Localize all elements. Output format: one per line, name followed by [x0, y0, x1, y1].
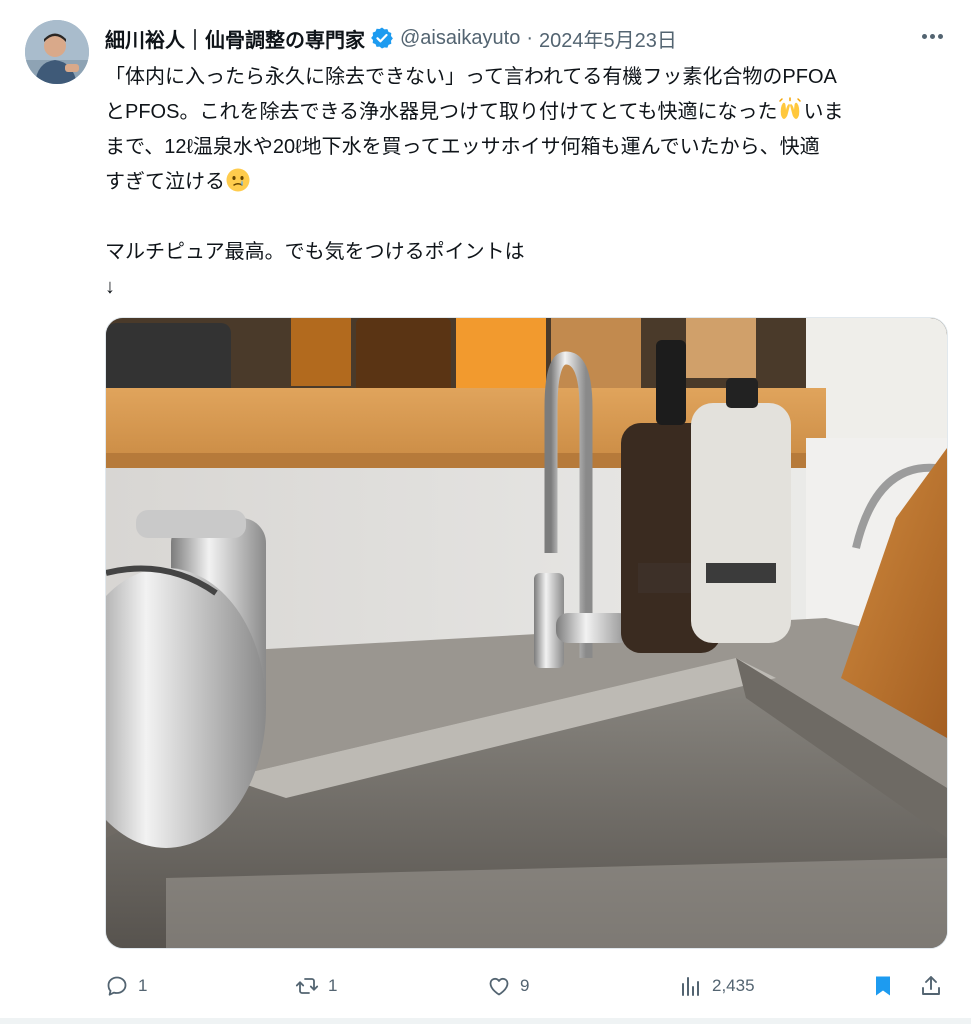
- tweet-line: すぎて泣ける: [105, 165, 945, 200]
- reply-button[interactable]: 1: [105, 968, 147, 1004]
- face-holding-back-tears-icon: [225, 167, 251, 193]
- avatar[interactable]: [25, 20, 89, 84]
- tweet-date[interactable]: 2024年5月23日: [539, 24, 677, 53]
- divider: [0, 1018, 971, 1024]
- tweet-line: まで、12ℓ温泉水や20ℓ地下水を買ってエッサホイサ何箱も運んでいたから、快適: [105, 136, 820, 158]
- tweet-line: とPFOS。これを除去できる浄水器見つけて取り付けてとても快適になった いま: [105, 95, 945, 130]
- views-count: 2,435: [712, 976, 755, 995]
- retweet-button[interactable]: 1: [295, 968, 337, 1004]
- raising-hands-icon: [777, 97, 803, 123]
- tweet-header: 細川裕人｜仙骨調整の専門家 @aisaikayuto · 2024年5月23日: [105, 22, 947, 54]
- reply-icon: [107, 976, 127, 996]
- reply-count: 1: [138, 976, 148, 995]
- tweet-line-text: すぎて泣ける: [105, 171, 225, 193]
- separator-dot: ·: [526, 26, 534, 49]
- author-handle[interactable]: @aisaikayuto: [400, 27, 520, 50]
- views-chart-icon: [682, 977, 699, 996]
- author-name[interactable]: 細川裕人｜仙骨調整の専門家: [105, 24, 365, 53]
- verified-badge-icon: [370, 26, 394, 50]
- like-button[interactable]: 9: [487, 968, 529, 1004]
- tweet-text: 「体内に入ったら永久に除去できない」って言われてる有機フッ素化合物のPFOA と…: [105, 60, 945, 305]
- tweet-line: マルチピュア最高。でも気をつけるポイントは: [105, 241, 525, 263]
- bookmark-icon: [876, 976, 890, 996]
- tweet-line: 「体内に入ったら永久に除去できない」って言われてる有機フッ素化合物のPFOA: [105, 66, 837, 88]
- retweet-icon: [295, 978, 319, 994]
- tweet-actions: 1 1 9 2,435: [105, 968, 946, 1004]
- tweet-card: 細川裕人｜仙骨調整の専門家 @aisaikayuto · 2024年5月23日 …: [0, 0, 971, 1024]
- share-icon: [922, 976, 940, 995]
- views-button[interactable]: 2,435: [679, 968, 755, 1004]
- tweet-photo[interactable]: [105, 317, 948, 949]
- retweet-count: 1: [328, 976, 338, 995]
- tweet-line-text: いま: [803, 101, 844, 123]
- share-button[interactable]: [919, 968, 943, 1004]
- tweet-line-text: とPFOS。これを除去できる浄水器見つけて取り付けてとても快適になった: [105, 101, 778, 123]
- tweet-line: ↓: [105, 276, 115, 298]
- heart-icon: [489, 977, 509, 996]
- like-count: 9: [520, 976, 530, 995]
- more-options-icon[interactable]: [917, 24, 947, 48]
- bookmark-button[interactable]: [871, 968, 895, 1004]
